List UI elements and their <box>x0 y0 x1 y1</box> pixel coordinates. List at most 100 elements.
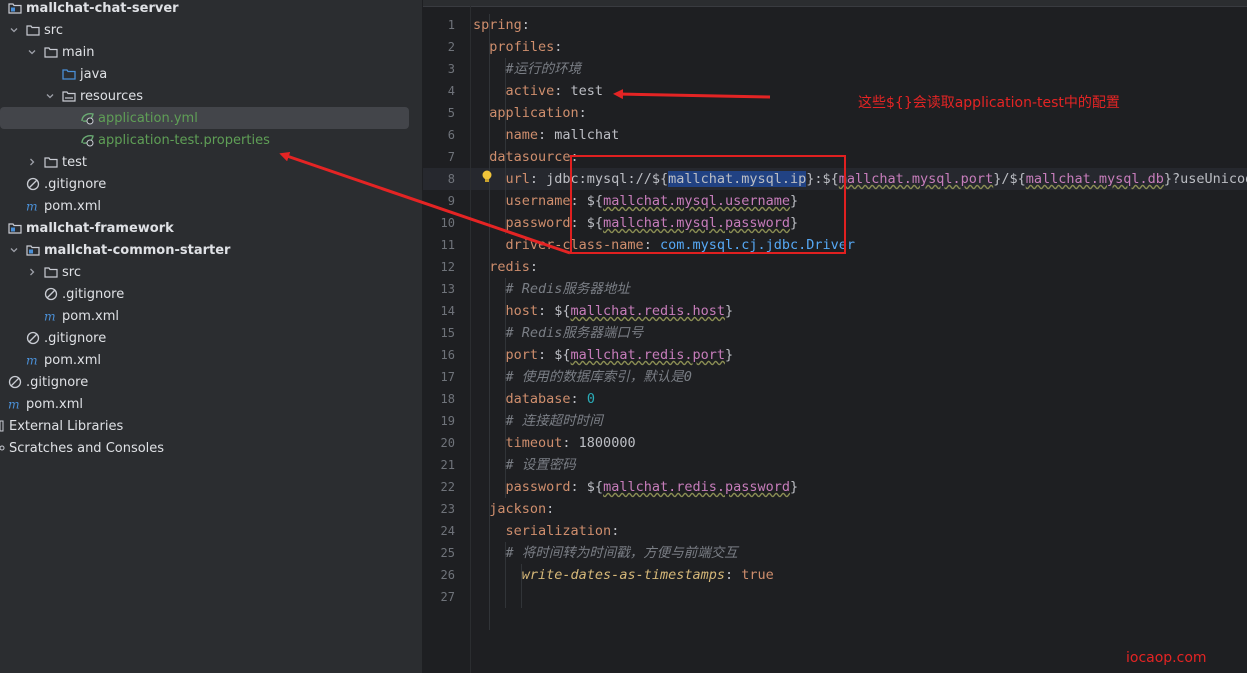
code-line[interactable]: jackson: <box>473 498 554 520</box>
code-token: } <box>724 303 734 319</box>
code-token: url <box>505 171 530 187</box>
code-line[interactable]: active: test <box>473 80 604 102</box>
tree-item[interactable]: Scratches and Consoles <box>0 437 422 459</box>
code-line[interactable]: #运行的环境 <box>473 58 582 80</box>
code-line[interactable]: application: <box>473 102 587 124</box>
tree-item-label: pom.xml <box>26 396 83 412</box>
code-token: : mallchat <box>538 127 620 143</box>
code-line[interactable]: # 设置密码 <box>473 454 576 476</box>
svg-text:m: m <box>26 199 38 213</box>
line-number-gutter: 1 2 3 4 5 6 7 8 9 10 11 12 13 14 15 16 17 18 19 20 21 22 23 24 2… <box>423 14 469 673</box>
line-number: 6 <box>447 128 455 142</box>
chevron-right-icon[interactable] <box>26 156 38 168</box>
tree-item[interactable]: .gitignore <box>0 283 422 305</box>
source-folder-icon <box>62 67 76 81</box>
code-line[interactable]: password: ${mallchat.redis.password} <box>473 476 799 498</box>
code-line[interactable]: # 使用的数据库索引，默认是0 <box>473 366 692 388</box>
code-line[interactable]: # 将时间转为时间戳，方便与前端交互 <box>473 542 738 564</box>
line-number: 3 <box>447 62 455 76</box>
tree-item[interactable]: main <box>0 41 422 63</box>
line-number: 1 <box>447 18 455 32</box>
line-number: 25 <box>440 546 455 560</box>
chevron-down-icon[interactable] <box>8 24 20 36</box>
code-token: name <box>505 127 539 143</box>
tree-item[interactable]: src <box>0 261 422 283</box>
code-line[interactable]: database: 0 <box>473 388 595 410</box>
folder-icon <box>44 155 58 169</box>
code-editor[interactable]: 1 2 3 4 5 6 7 8 9 10 11 12 13 14 15 16 17 18 19 20 21 22 23 24 2… <box>423 0 1247 673</box>
code-line[interactable]: spring: <box>473 14 530 36</box>
tree-item[interactable]: .gitignore <box>0 327 422 349</box>
code-token: mallchat.mysql.port <box>838 171 994 187</box>
code-token: mallchat.redis.host <box>570 303 725 319</box>
tree-item-label: src <box>44 22 63 38</box>
tree-item[interactable]: m pom.xml <box>0 305 422 327</box>
code-token: active <box>505 83 555 99</box>
tree-item[interactable]: m pom.xml <box>0 195 422 217</box>
module-folder-icon <box>8 221 22 235</box>
line-number: 16 <box>440 348 455 362</box>
code-line[interactable]: timeout: 1800000 <box>473 432 636 454</box>
maven-icon: m <box>26 353 40 367</box>
code-token: application <box>489 105 579 121</box>
tree-item[interactable]: m pom.xml <box>0 393 422 415</box>
code-line[interactable]: # Redis服务器端口号 <box>473 322 644 344</box>
tree-item[interactable]: application.yml <box>0 107 409 129</box>
chevron-right-icon[interactable] <box>26 266 38 278</box>
chevron-down-icon[interactable] <box>26 46 38 58</box>
svg-text:m: m <box>44 309 56 323</box>
code-line[interactable]: profiles: <box>473 36 562 58</box>
chevron-down-icon[interactable] <box>8 244 20 256</box>
line-number: 2 <box>447 40 455 54</box>
gitignore-icon <box>26 177 40 191</box>
annotation-highlight-box <box>570 155 846 254</box>
tree-item[interactable]: m pom.xml <box>0 349 422 371</box>
code-line[interactable]: port: ${mallchat.redis.port} <box>473 344 734 366</box>
tree-item[interactable]: External Libraries <box>0 415 422 437</box>
editor-tab-strip <box>423 0 1247 7</box>
tree-item[interactable]: java <box>0 63 422 85</box>
tree-item[interactable]: mallchat-chat-server <box>0 0 422 19</box>
line-number: 10 <box>440 216 455 230</box>
line-number: 7 <box>447 150 455 164</box>
code-line[interactable]: redis: <box>473 256 538 278</box>
code-line[interactable]: write-dates-as-timestamps: true <box>473 564 774 586</box>
line-number: 21 <box>440 458 455 472</box>
code-token: # 使用的数据库索引，默认是0 <box>505 369 692 385</box>
tree-item-label: application.yml <box>98 110 198 126</box>
module-folder-icon <box>8 1 22 15</box>
line-number: 19 <box>440 414 455 428</box>
lightbulb-icon[interactable] <box>481 170 493 184</box>
code-token: mallchat.redis.password <box>603 479 790 495</box>
code-line[interactable]: datasource: <box>473 146 578 168</box>
tree-item[interactable]: .gitignore <box>0 173 422 195</box>
chevron-down-icon[interactable] <box>44 90 56 102</box>
tree-item[interactable]: mallchat-common-starter <box>0 239 422 261</box>
tree-item[interactable]: src <box>0 19 422 41</box>
code-line[interactable]: # 连接超时时间 <box>473 410 603 432</box>
code-line[interactable]: name: mallchat <box>473 124 620 146</box>
code-line[interactable]: # Redis服务器地址 <box>473 278 630 300</box>
tree-item[interactable]: mallchat-framework <box>0 217 422 239</box>
code-line[interactable]: serialization: <box>473 520 620 542</box>
tree-item[interactable]: resources <box>0 85 422 107</box>
tree-item[interactable]: application-test.properties <box>0 129 422 151</box>
folder-icon <box>44 265 58 279</box>
tree-item[interactable]: .gitignore <box>0 371 422 393</box>
code-token: : <box>546 501 555 517</box>
tree-item-label: main <box>62 44 95 60</box>
resources-folder-icon <box>62 89 76 103</box>
tree-item[interactable]: test <box>0 151 422 173</box>
code-line[interactable]: host: ${mallchat.redis.host} <box>473 300 734 322</box>
